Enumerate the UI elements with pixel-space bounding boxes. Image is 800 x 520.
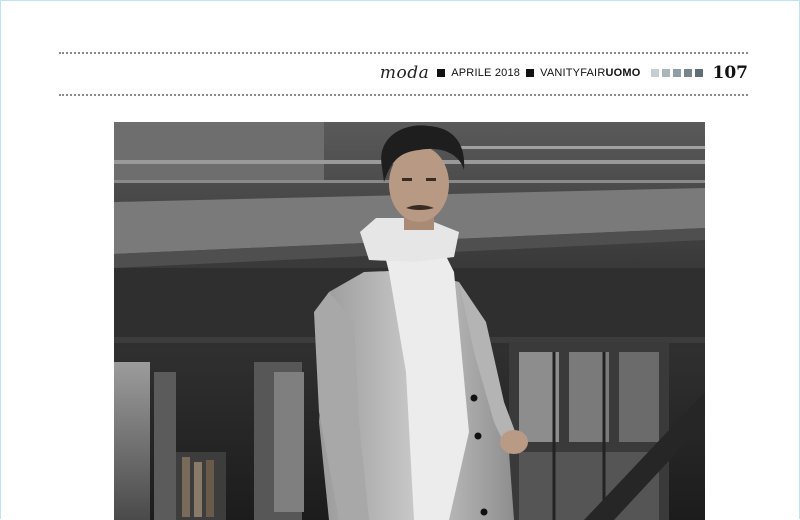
section-title: moda	[379, 63, 430, 83]
color-bars-decoration	[650, 69, 703, 77]
fashion-photo	[114, 122, 705, 520]
magazine-name: VANITYFAIRUOMO	[540, 67, 640, 79]
separator-square-icon	[437, 69, 446, 77]
magazine-name-prefix: VANITYFAIR	[540, 67, 606, 79]
running-head: moda APRILE 2018 VANITYFAIRUOMO 107	[380, 62, 748, 84]
color-bar	[694, 69, 703, 77]
color-bar	[650, 69, 659, 77]
header-rule-top	[59, 52, 748, 54]
color-bar	[683, 69, 692, 77]
fashion-photo-illustration	[114, 122, 705, 520]
separator-square-icon	[526, 69, 535, 77]
page-number: 107	[712, 63, 749, 83]
color-bar	[672, 69, 681, 77]
color-bar	[661, 69, 670, 77]
magazine-name-suffix: UOMO	[605, 67, 641, 79]
header-rule-bottom	[59, 94, 748, 96]
issue-date: APRILE 2018	[451, 67, 521, 79]
